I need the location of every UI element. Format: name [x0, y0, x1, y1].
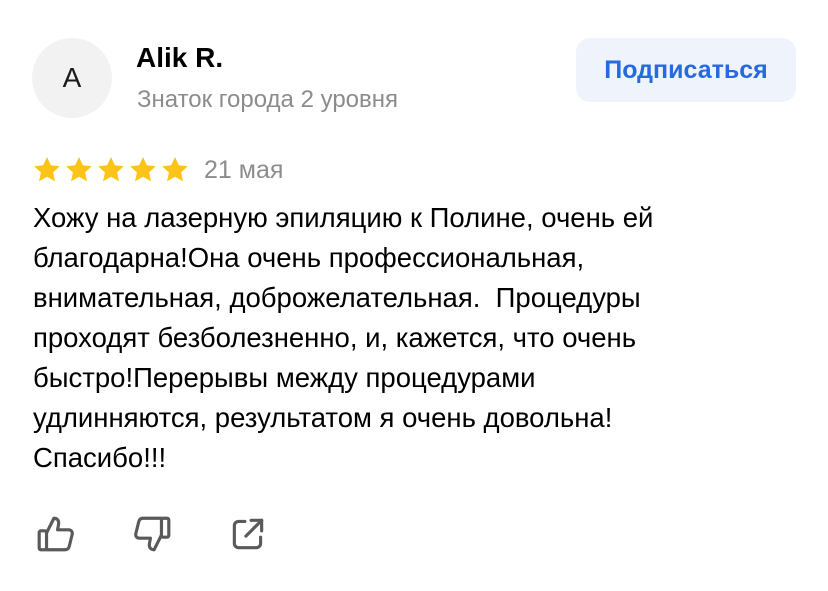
- subscribe-button[interactable]: Подписаться: [576, 38, 796, 102]
- share-icon: [232, 518, 264, 550]
- star-icon: [66, 157, 92, 182]
- dislike-button[interactable]: [130, 512, 174, 556]
- author-level: Знаток города 2 уровня: [137, 86, 399, 113]
- thumbs-down-icon: [134, 516, 171, 552]
- review-actions: [34, 512, 270, 556]
- star-icon: [98, 157, 124, 182]
- avatar[interactable]: A: [32, 38, 112, 118]
- star-rating: [32, 155, 190, 185]
- star-icon: [162, 157, 188, 182]
- share-button[interactable]: [226, 512, 270, 556]
- review-date: 21 мая: [204, 155, 284, 184]
- like-button[interactable]: [34, 512, 78, 556]
- avatar-initial: A: [62, 62, 82, 93]
- thumbs-up-icon: [37, 516, 74, 552]
- review-text: Хожу на лазерную эпиляцию к Полине, очен…: [33, 202, 654, 473]
- star-icon: [130, 157, 156, 182]
- author-name[interactable]: Alik R.: [136, 42, 223, 74]
- rating-row: 21 мая: [32, 151, 283, 189]
- star-icon: [34, 157, 60, 182]
